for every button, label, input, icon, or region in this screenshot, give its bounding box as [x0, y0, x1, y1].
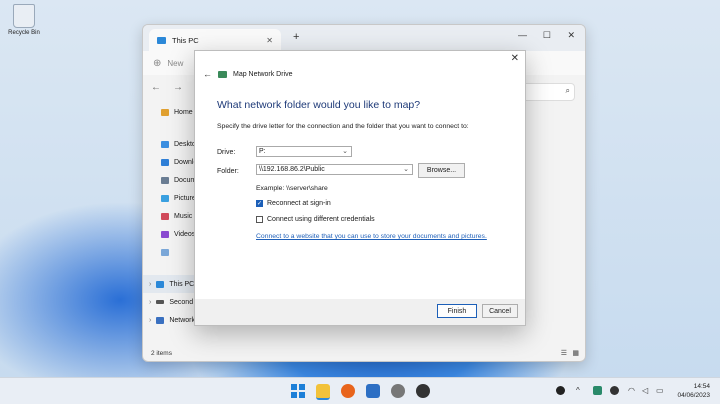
recycle-bin-icon [13, 4, 35, 28]
wifi-icon[interactable]: ◠ [628, 386, 635, 395]
dialog-close-icon[interactable]: ✕ [511, 53, 519, 64]
videos-icon [161, 230, 169, 238]
window-close-icon[interactable]: ✕ [567, 30, 575, 41]
tray-app-icon[interactable] [556, 386, 565, 395]
new-button[interactable]: New [167, 59, 183, 68]
expand-chevron-icon[interactable]: › [149, 317, 151, 324]
chevron-down-icon[interactable]: ⌄ [403, 165, 409, 173]
credentials-checkbox-row[interactable]: Connect using different credentials [256, 216, 375, 223]
chevron-up-icon[interactable]: ^ [576, 386, 580, 395]
back-arrow-icon[interactable]: ← [151, 82, 161, 93]
tray-shield-icon[interactable] [593, 386, 602, 395]
nav-item-label: Network [169, 316, 196, 324]
file-explorer-taskbar-icon[interactable] [316, 384, 330, 400]
network-drive-icon [218, 70, 227, 78]
time: 14:54 [693, 383, 710, 390]
nav-item-label: Videos [174, 230, 196, 238]
clock[interactable]: 14:54 04/06/2023 [677, 382, 710, 400]
drive-label: Drive: [217, 149, 236, 156]
credentials-checkbox[interactable] [256, 216, 263, 223]
reconnect-checkbox-row[interactable]: ✓ Reconnect at sign-in [256, 200, 331, 207]
search-icon: ⌕ [565, 86, 570, 95]
download-icon [161, 158, 169, 166]
picture-folder-icon [161, 248, 169, 256]
computer-icon [156, 280, 165, 288]
store-documents-link[interactable]: Connect to a website that you can use to… [256, 233, 487, 240]
reconnect-checkbox[interactable]: ✓ [256, 200, 263, 207]
cancel-button[interactable]: Cancel [482, 304, 518, 318]
drive-icon [156, 300, 165, 304]
nav-item-label: This PC [169, 280, 195, 288]
tab-close-icon[interactable]: ✕ [266, 36, 273, 45]
back-arrow-icon[interactable]: ← [203, 69, 212, 79]
store-icon[interactable] [366, 384, 380, 398]
date: 04/06/2023 [677, 392, 710, 399]
map-network-drive-dialog: ✕ ← Map Network Drive What network folde… [194, 50, 526, 326]
taskbar: ^ ◠ ◁ ▭ 14:54 04/06/2023 [0, 377, 720, 404]
home-icon [161, 108, 169, 116]
tab-this-pc[interactable]: This PC ✕ [149, 29, 281, 51]
pictures-icon [161, 194, 169, 202]
nav-item-label: Music [174, 212, 193, 220]
dialog-footer: Finish Cancel [195, 299, 525, 325]
expand-chevron-icon[interactable]: › [149, 299, 151, 306]
explorer-titlebar: This PC ✕ + — ☐ ✕ [143, 25, 585, 51]
firefox-icon[interactable] [341, 384, 355, 398]
recycle-bin-label: Recycle Bin [8, 30, 40, 36]
tray-obs-icon[interactable] [610, 386, 619, 395]
status-item-count: 2 items [151, 350, 172, 357]
expand-chevron-icon[interactable]: › [149, 281, 151, 288]
dialog-heading: What network folder would you like to ma… [217, 99, 421, 111]
reconnect-label: Reconnect at sign-in [267, 200, 331, 207]
chevron-down-icon: ⌄ [342, 148, 348, 155]
dialog-title: Map Network Drive [233, 70, 293, 78]
forward-arrow-icon[interactable]: → [173, 82, 183, 93]
browse-button[interactable]: Browse... [418, 163, 465, 178]
folder-example: Example: \\server\share [256, 185, 328, 192]
folder-input[interactable]: \\192.168.86.2\Public ⌄ [256, 164, 413, 175]
music-icon [161, 212, 169, 220]
dialog-description: Specify the drive letter for the connect… [217, 123, 469, 130]
network-icon [156, 316, 165, 324]
maximize-icon[interactable]: ☐ [543, 30, 551, 41]
details-view-icon[interactable]: ☰ [561, 349, 567, 357]
minimize-icon[interactable]: — [518, 30, 527, 40]
dialog-titlebar: ← Map Network Drive [203, 69, 293, 79]
drive-select[interactable]: P: ⌄ [256, 146, 352, 157]
folder-label: Folder: [217, 168, 239, 175]
nav-item-label: Second [169, 298, 194, 306]
finish-button[interactable]: Finish [437, 304, 477, 318]
obs-icon[interactable] [416, 384, 430, 398]
settings-gear-icon[interactable] [391, 384, 405, 398]
credentials-label: Connect using different credentials [267, 216, 375, 223]
new-plus-icon[interactable]: ⊕ [153, 58, 161, 69]
battery-icon[interactable]: ▭ [656, 386, 664, 395]
drive-value: P: [259, 148, 266, 155]
recycle-bin-desktop-icon[interactable]: Recycle Bin [4, 4, 44, 36]
tab-title: This PC [172, 35, 199, 45]
new-tab-plus-icon[interactable]: + [293, 31, 299, 43]
computer-icon [157, 36, 166, 44]
folder-value: \\192.168.86.2\Public [259, 166, 325, 173]
nav-item-label: Home [174, 108, 193, 116]
desktop-icon [161, 140, 169, 148]
tiles-view-icon[interactable]: ▦ [572, 349, 579, 357]
document-icon [161, 176, 169, 184]
volume-icon[interactable]: ◁ [642, 386, 648, 395]
start-windows-icon[interactable] [291, 384, 305, 398]
